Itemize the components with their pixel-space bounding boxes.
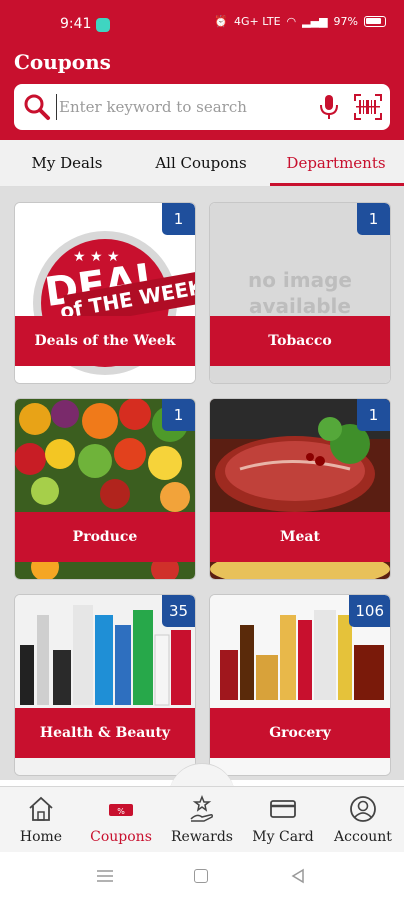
signal-icon: ▂▄▆ [302, 15, 328, 28]
tab-my-deals[interactable]: My Deals [0, 140, 134, 187]
nav-item-home[interactable]: Home [1, 787, 81, 853]
nav-label-rewards: Rewards [171, 829, 233, 845]
recent-apps-icon[interactable] [96, 869, 114, 883]
notification-app-icon [96, 18, 110, 32]
coupon-count-badge: 106 [349, 595, 390, 627]
page-title: Coupons [14, 50, 111, 74]
coupon-count-badge: 1 [357, 399, 390, 431]
search-bar [14, 84, 390, 130]
network-label: 4G+ LTE [234, 15, 281, 28]
home-system-icon[interactable] [194, 869, 208, 883]
nav-item-coupons[interactable]: % Coupons [81, 787, 161, 853]
status-icons: ⏰ 4G+ LTE ◠ ▂▄▆ 97% [214, 15, 386, 28]
department-grid: ★ ★ ★ DEAL of THE WEEK 1 Deals of the We… [0, 187, 404, 780]
coupon-tabs: My Deals All Coupons Departments [0, 140, 404, 187]
department-card-meat[interactable]: 1 Meat [209, 398, 391, 580]
nav-label-my-card: My Card [252, 829, 314, 845]
department-label: Grocery [210, 708, 390, 758]
nav-label-account: Account [334, 829, 392, 845]
coupon-count-badge: 1 [357, 203, 390, 235]
battery-icon [364, 16, 386, 27]
wifi-icon: ◠ [286, 15, 297, 28]
back-icon[interactable] [290, 868, 306, 884]
tab-departments[interactable]: Departments [268, 140, 404, 187]
department-card-deals-of-the-week[interactable]: ★ ★ ★ DEAL of THE WEEK 1 Deals of the We… [14, 202, 196, 384]
nav-item-account[interactable]: Account [323, 787, 403, 853]
department-label: Meat [210, 512, 390, 562]
coupon-icon: % [109, 804, 133, 816]
microphone-icon[interactable] [316, 93, 342, 121]
battery-percent: 97% [333, 15, 358, 28]
coupon-count-badge: 1 [162, 203, 195, 235]
status-time: 9:41 [60, 16, 92, 32]
department-label: Tobacco [210, 316, 390, 366]
department-label: Deals of the Week [15, 316, 195, 366]
department-label: Health & Beauty [15, 708, 195, 758]
department-card-tobacco[interactable]: no image available 1 Tobacco [209, 202, 391, 384]
bottom-nav: Home % Coupons Rewards My Card Account [0, 786, 404, 852]
system-nav-bar [0, 852, 404, 900]
rewards-icon [190, 795, 213, 822]
no-image-text: no image [248, 268, 352, 292]
tab-all-coupons[interactable]: All Coupons [134, 140, 268, 187]
department-card-grocery[interactable]: 106 Grocery [209, 594, 391, 776]
nav-item-rewards[interactable]: Rewards [162, 787, 242, 853]
available-text: available [249, 294, 351, 318]
account-icon [350, 796, 376, 822]
coupon-count-badge: 35 [162, 595, 195, 627]
nav-label-home: Home [19, 829, 63, 845]
status-bar: 9:41 ⏰ 4G+ LTE ◠ ▂▄▆ 97% [0, 0, 404, 48]
home-icon [29, 796, 53, 821]
search-input[interactable] [56, 94, 306, 120]
svg-text:%: % [117, 807, 125, 816]
card-icon [270, 800, 296, 818]
app-header: Coupons [0, 48, 404, 140]
department-card-health-beauty[interactable]: 35 Health & Beauty [14, 594, 196, 776]
active-tab-indicator [270, 183, 404, 186]
department-label: Produce [15, 512, 195, 562]
search-icon[interactable] [22, 92, 52, 122]
nav-label-coupons: Coupons [90, 829, 152, 845]
department-card-produce[interactable]: 1 Produce [14, 398, 196, 580]
nav-item-my-card[interactable]: My Card [243, 787, 323, 853]
alarm-icon: ⏰ [214, 15, 229, 28]
barcode-scan-icon[interactable] [354, 94, 382, 120]
coupon-count-badge: 1 [162, 399, 195, 431]
